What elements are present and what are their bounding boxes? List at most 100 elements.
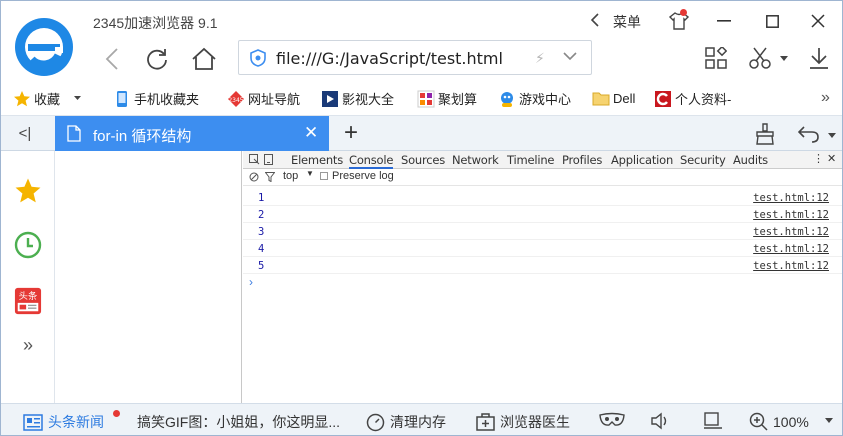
- monitor-icon[interactable]: [703, 412, 723, 430]
- caret-down-icon[interactable]: [825, 418, 833, 423]
- home-icon: [192, 47, 216, 70]
- caret-down-icon[interactable]: [827, 131, 837, 139]
- refresh-button[interactable]: [141, 43, 173, 75]
- new-tab-icon[interactable]: +: [340, 119, 362, 146]
- tab-security[interactable]: Security: [680, 153, 726, 167]
- console-value: 2: [258, 209, 265, 221]
- inspect-element-icon[interactable]: [249, 154, 260, 165]
- console-value: 5: [258, 260, 265, 272]
- title-bar: 2345加速浏览器 9.1 菜单 file:///G:/JavaScript/t…: [1, 1, 842, 81]
- bookmark-label: 网址导航: [248, 92, 301, 107]
- url-text[interactable]: file:///G:/JavaScript/test.html: [276, 49, 503, 68]
- svg-text:头条: 头条: [19, 290, 38, 302]
- bookmark-video[interactable]: 影视大全: [321, 89, 394, 108]
- zoom-level: 100%: [773, 413, 809, 430]
- tab-bar: <| for-in 循环结构 ✕ +: [1, 115, 842, 151]
- mask-icon[interactable]: [599, 412, 625, 428]
- close-devtools-icon[interactable]: ✕: [827, 152, 836, 165]
- menu-button[interactable]: 菜单: [613, 12, 641, 32]
- home-button[interactable]: [188, 43, 220, 75]
- device-mode-icon[interactable]: [264, 154, 273, 165]
- clear-console-icon[interactable]: [249, 172, 259, 182]
- console-source-link[interactable]: test.html:12: [753, 226, 829, 238]
- history-clock-icon[interactable]: [14, 231, 42, 259]
- tab-console[interactable]: Console: [349, 153, 393, 169]
- expand-sidebar-icon[interactable]: »: [14, 331, 42, 359]
- speaker-icon[interactable]: [651, 412, 671, 430]
- toutiao-news-icon[interactable]: 头条: [14, 287, 42, 315]
- context-select[interactable]: top: [283, 170, 298, 182]
- minimize-icon[interactable]: [713, 11, 735, 31]
- close-tab-icon[interactable]: ✕: [304, 123, 318, 143]
- news-button[interactable]: 头条新闻: [23, 412, 104, 432]
- bookmark-label: 聚划算: [438, 92, 478, 107]
- back-button[interactable]: [96, 43, 128, 75]
- headline-link[interactable]: 搞笑GIF图：小姐姐，你这明显...: [137, 412, 340, 432]
- bookmark-games[interactable]: 游戏中心: [498, 89, 571, 108]
- bookmark-dell[interactable]: Dell: [592, 89, 635, 107]
- apps-grid-icon[interactable]: [704, 46, 728, 70]
- shield-icon: [250, 49, 266, 67]
- console-source-link[interactable]: test.html:12: [753, 243, 829, 255]
- console-row: 3 test.html:12: [243, 223, 842, 240]
- caret-down-icon[interactable]: [74, 96, 82, 101]
- page-content: [55, 151, 242, 403]
- tab-application[interactable]: Application: [611, 153, 673, 167]
- more-options-icon[interactable]: ⋮: [813, 152, 824, 165]
- tab-label: for-in 循环结构: [93, 128, 192, 145]
- tab-elements[interactable]: Elements: [291, 153, 343, 167]
- console-value: 3: [258, 226, 265, 238]
- juhuasuan-icon: [417, 90, 435, 107]
- devtools-tab-bar: Elements Console Sources Network Timelin…: [243, 151, 842, 169]
- console-value: 1: [258, 192, 265, 204]
- bookmark-profile[interactable]: 个人资料-: [654, 89, 731, 108]
- chevron-down-icon[interactable]: [562, 48, 578, 64]
- bookmark-juhuasuan[interactable]: 聚划算: [417, 89, 477, 108]
- lightning-icon[interactable]: ⚡: [535, 50, 545, 67]
- caret-down-icon[interactable]: [779, 54, 789, 62]
- scissors-icon[interactable]: [748, 46, 774, 70]
- tab-sources[interactable]: Sources: [401, 153, 445, 167]
- devtools-panel: Elements Console Sources Network Timelin…: [243, 151, 842, 403]
- document-icon: [67, 125, 81, 142]
- bookmark-mobile[interactable]: 手机收藏夹: [113, 89, 199, 108]
- console-source-link[interactable]: test.html:12: [753, 209, 829, 221]
- speedometer-icon: [366, 413, 385, 432]
- console-source-link[interactable]: test.html:12: [753, 192, 829, 204]
- bookmark-label: 个人资料-: [675, 92, 732, 107]
- maximize-icon[interactable]: [761, 11, 783, 31]
- bookmarks-overflow-icon[interactable]: »: [821, 89, 830, 107]
- console-row: 4 test.html:12: [243, 240, 842, 257]
- collapse-sidebar-icon[interactable]: <|: [15, 124, 35, 142]
- chevron-left-icon[interactable]: [588, 11, 602, 29]
- c-logo-icon: [655, 90, 671, 107]
- tab-network[interactable]: Network: [452, 153, 499, 167]
- browser-logo-icon: [15, 18, 73, 76]
- console-row: 1 test.html:12: [243, 189, 842, 206]
- bookmark-favorites[interactable]: 收藏: [13, 89, 82, 108]
- tab-timeline[interactable]: Timeline: [507, 153, 555, 167]
- console-input-prompt[interactable]: ›: [249, 275, 253, 289]
- undo-icon[interactable]: [797, 123, 821, 145]
- close-icon[interactable]: [807, 11, 829, 31]
- console-source-link[interactable]: test.html:12: [753, 260, 829, 272]
- broom-clean-icon[interactable]: [753, 123, 777, 145]
- browser-window: 2345加速浏览器 9.1 菜单 file:///G:/JavaScript/t…: [0, 0, 843, 436]
- bookmark-label: Dell: [613, 90, 636, 106]
- browser-doctor-button[interactable]: 浏览器医生: [476, 412, 570, 432]
- context-caret-icon[interactable]: ▼: [306, 169, 314, 178]
- tab-profiles[interactable]: Profiles: [562, 153, 602, 167]
- bookmark-label: 影视大全: [342, 92, 395, 107]
- download-icon[interactable]: [807, 45, 831, 71]
- preserve-log-checkbox[interactable]: [320, 172, 328, 180]
- filter-icon[interactable]: [265, 172, 275, 182]
- clean-memory-label: 清理内存: [390, 414, 446, 430]
- tab-for-in[interactable]: for-in 循环结构 ✕: [55, 116, 329, 151]
- tab-audits[interactable]: Audits: [733, 153, 768, 167]
- address-bar[interactable]: file:///G:/JavaScript/test.html ⚡: [238, 40, 592, 75]
- bookmark-label: 游戏中心: [519, 92, 572, 107]
- clean-memory-button[interactable]: 清理内存: [366, 412, 446, 432]
- bookmark-nav[interactable]: 2345 网址导航: [227, 89, 300, 108]
- favorites-star-icon[interactable]: [14, 177, 42, 205]
- zoom-control[interactable]: 100%: [749, 412, 809, 431]
